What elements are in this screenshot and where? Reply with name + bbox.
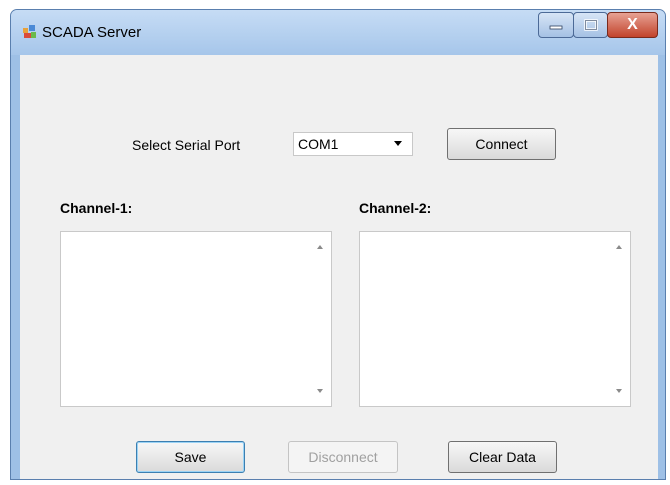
- connect-button[interactable]: Connect: [447, 128, 556, 160]
- scroll-up-icon[interactable]: [317, 245, 323, 249]
- channel1-label: Channel-1:: [60, 200, 133, 216]
- maximize-button[interactable]: [573, 12, 608, 38]
- maximize-icon: [574, 13, 607, 37]
- disconnect-button[interactable]: Disconnect: [288, 441, 398, 473]
- window-title: SCADA Server: [42, 24, 142, 41]
- channel2-textbox[interactable]: [359, 231, 631, 407]
- minimize-icon: [539, 13, 573, 37]
- app-window: SCADA Server X Select Serial Port COM1 C…: [10, 9, 666, 480]
- close-button[interactable]: X: [607, 12, 658, 38]
- serial-port-value: COM1: [298, 136, 339, 152]
- title-bar[interactable]: SCADA Server X: [11, 10, 665, 55]
- client-area: Select Serial Port COM1 Connect Channel-…: [20, 55, 658, 479]
- channel2-label: Channel-2:: [359, 200, 432, 216]
- serial-port-label: Select Serial Port: [132, 137, 241, 153]
- scroll-up-icon[interactable]: [616, 245, 622, 249]
- chevron-down-icon: [394, 141, 402, 146]
- channel1-textbox[interactable]: [60, 231, 332, 407]
- clear-data-button[interactable]: Clear Data: [448, 441, 557, 473]
- save-button[interactable]: Save: [136, 441, 245, 473]
- serial-port-dropdown[interactable]: COM1: [293, 132, 413, 156]
- close-icon: X: [627, 16, 638, 33]
- scroll-down-icon[interactable]: [317, 389, 323, 393]
- scroll-down-icon[interactable]: [616, 389, 622, 393]
- app-icon: [23, 25, 36, 38]
- minimize-button[interactable]: [538, 12, 574, 38]
